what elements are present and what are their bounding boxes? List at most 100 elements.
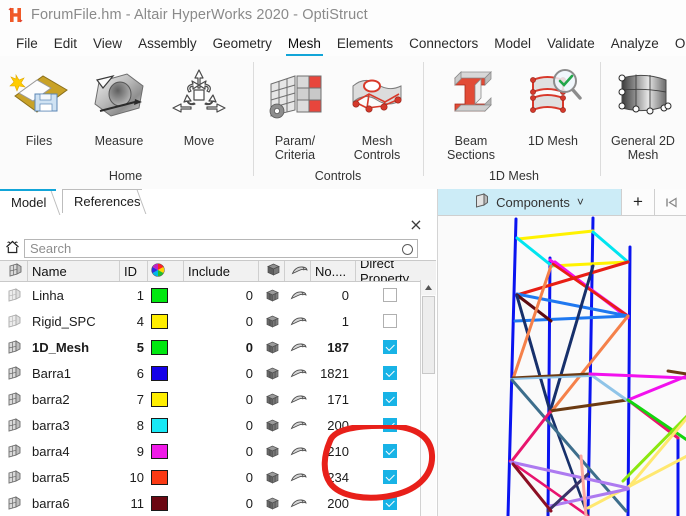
- checkbox[interactable]: [383, 314, 397, 328]
- row-color[interactable]: [148, 282, 184, 308]
- row-color[interactable]: [148, 490, 184, 516]
- header-no[interactable]: No....: [311, 261, 356, 281]
- header-id[interactable]: ID: [120, 261, 148, 281]
- menu-item-edit[interactable]: Edit: [46, 36, 85, 56]
- header-cube-col[interactable]: [259, 261, 285, 281]
- row-direct-property[interactable]: [356, 334, 424, 360]
- row-direct-property[interactable]: [356, 308, 424, 334]
- checkbox[interactable]: [383, 340, 397, 354]
- row-eye-icon[interactable]: [285, 412, 311, 438]
- scroll-up-icon[interactable]: [421, 280, 436, 295]
- ribbon-button-measure[interactable]: Measure: [80, 60, 158, 148]
- table-row[interactable]: Barra1 6 0 1821: [0, 360, 436, 386]
- menu-item-model[interactable]: Model: [486, 36, 539, 56]
- ribbon-button-mesh-controls[interactable]: Mesh Controls: [338, 60, 416, 162]
- table-row[interactable]: barra3 8 0 200: [0, 412, 436, 438]
- row-id: 1: [136, 287, 144, 303]
- ribbon-button-files[interactable]: Files: [0, 60, 78, 148]
- table-row[interactable]: barra6 11 0 200: [0, 490, 436, 516]
- row-cube-icon[interactable]: [259, 282, 285, 308]
- tab-references[interactable]: References: [62, 189, 156, 214]
- chevron-down-icon[interactable]: ˅: [577, 195, 584, 209]
- row-cube-icon[interactable]: [259, 438, 285, 464]
- header-color-col[interactable]: [148, 261, 184, 281]
- row-cube-icon[interactable]: [259, 386, 285, 412]
- row-direct-property[interactable]: [356, 360, 424, 386]
- search-box[interactable]: [24, 239, 418, 258]
- table-row[interactable]: Rigid_SPC 4 0 1: [0, 308, 436, 334]
- row-cube-icon[interactable]: [259, 412, 285, 438]
- add-button[interactable]: +: [621, 189, 654, 215]
- row-color[interactable]: [148, 360, 184, 386]
- checkbox[interactable]: [383, 470, 397, 484]
- row-color[interactable]: [148, 438, 184, 464]
- home-icon[interactable]: [0, 240, 24, 257]
- header-direct-property[interactable]: Direct Property: [356, 261, 428, 281]
- row-direct-property[interactable]: [356, 438, 424, 464]
- row-eye-icon[interactable]: [285, 386, 311, 412]
- browser-vertical-scrollbar[interactable]: [420, 280, 436, 516]
- row-include: 0: [245, 443, 253, 459]
- row-cube-icon[interactable]: [259, 490, 285, 516]
- menu-item-elements[interactable]: Elements: [329, 36, 401, 56]
- checkbox[interactable]: [383, 366, 397, 380]
- tab-model[interactable]: Model: [0, 189, 70, 215]
- row-direct-property[interactable]: [356, 464, 424, 490]
- row-eye-icon[interactable]: [285, 464, 311, 490]
- menu-item-view[interactable]: View: [85, 36, 130, 56]
- menu-item-geometry[interactable]: Geometry: [205, 36, 280, 56]
- row-eye-icon[interactable]: [285, 490, 311, 516]
- ribbon-button-move[interactable]: Move: [160, 60, 238, 148]
- row-eye-icon[interactable]: [285, 334, 311, 360]
- header-name[interactable]: Name: [28, 261, 120, 281]
- table-row[interactable]: Linha 1 0 0: [0, 282, 436, 308]
- menu-item-optimization[interactable]: Op: [667, 36, 686, 56]
- table-row[interactable]: barra5 10 0 234: [0, 464, 436, 490]
- ribbon-button-beam-sections[interactable]: Beam Sections: [432, 60, 510, 162]
- header-visibility-col[interactable]: [285, 261, 311, 281]
- row-direct-property[interactable]: [356, 412, 424, 438]
- menu-item-file[interactable]: File: [8, 36, 46, 56]
- row-cube-icon[interactable]: [259, 308, 285, 334]
- row-direct-property[interactable]: [356, 490, 424, 516]
- ribbon-button-param-criteria[interactable]: Param/ Criteria: [256, 60, 334, 162]
- row-color[interactable]: [148, 386, 184, 412]
- browser-tab-strip: Model References: [0, 189, 436, 215]
- ribbon-button-general-2d-mesh[interactable]: General 2D Mesh: [604, 60, 682, 162]
- row-eye-icon[interactable]: [285, 308, 311, 334]
- table-row[interactable]: barra2 7 0 171: [0, 386, 436, 412]
- row-cube-icon[interactable]: [259, 464, 285, 490]
- menu-item-connectors[interactable]: Connectors: [401, 36, 486, 56]
- row-cube-icon[interactable]: [259, 360, 285, 386]
- menu-item-assembly[interactable]: Assembly: [130, 36, 205, 56]
- table-row[interactable]: 1D_Mesh 5 0 187: [0, 334, 436, 360]
- components-dropdown[interactable]: Components ˅: [438, 189, 621, 215]
- search-input[interactable]: [25, 239, 417, 258]
- model-viewport[interactable]: [438, 216, 686, 516]
- checkbox[interactable]: [383, 496, 397, 510]
- close-icon[interactable]: ×: [408, 217, 424, 233]
- row-direct-property[interactable]: [356, 282, 424, 308]
- row-eye-icon[interactable]: [285, 438, 311, 464]
- scrollbar-thumb[interactable]: [422, 296, 435, 374]
- menu-item-validate[interactable]: Validate: [539, 36, 603, 56]
- header-component-icon-col[interactable]: [0, 261, 28, 281]
- menu-item-analyze[interactable]: Analyze: [603, 36, 667, 56]
- row-cube-icon[interactable]: [259, 334, 285, 360]
- collapse-left-icon[interactable]: [654, 189, 686, 215]
- menu-item-mesh[interactable]: Mesh: [280, 36, 329, 56]
- ribbon-button-1d-mesh[interactable]: 1D Mesh: [514, 60, 592, 148]
- checkbox[interactable]: [383, 392, 397, 406]
- row-color[interactable]: [148, 308, 184, 334]
- row-eye-icon[interactable]: [285, 360, 311, 386]
- checkbox[interactable]: [383, 288, 397, 302]
- row-eye-icon[interactable]: [285, 282, 311, 308]
- row-color[interactable]: [148, 334, 184, 360]
- checkbox[interactable]: [383, 418, 397, 432]
- row-color[interactable]: [148, 464, 184, 490]
- checkbox[interactable]: [383, 444, 397, 458]
- table-row[interactable]: barra4 9 0 210: [0, 438, 436, 464]
- header-include[interactable]: Include: [184, 261, 259, 281]
- row-color[interactable]: [148, 412, 184, 438]
- row-direct-property[interactable]: [356, 386, 424, 412]
